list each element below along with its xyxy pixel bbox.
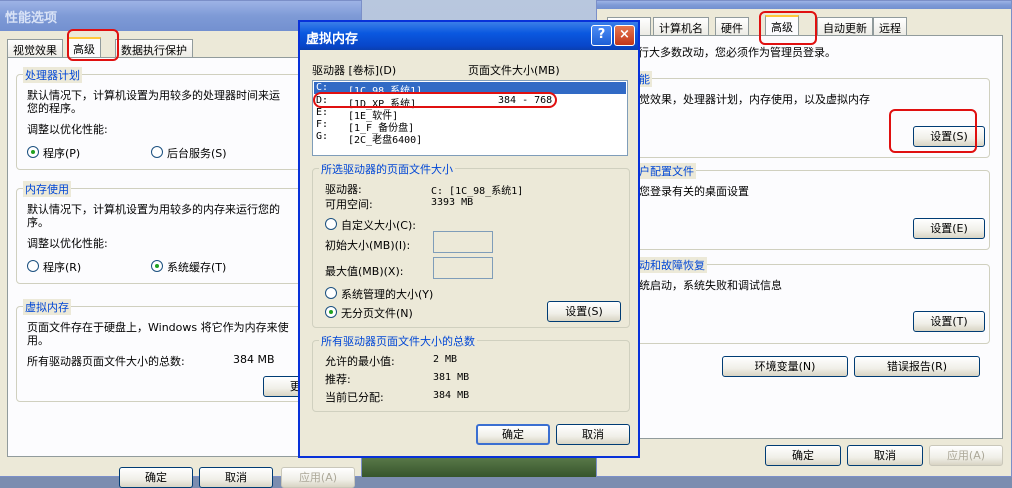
max-size-label: 最大值(MB)(X): <box>325 265 404 278</box>
column-header-size: 页面文件大小(MB) <box>468 64 560 77</box>
tab-panel-advanced: 行大多数改动，您必须作为管理员登录。 能 觉效果，处理器计划，内存使用，以及虚拟… <box>607 35 1003 439</box>
group-user-profiles: 户配置文件 您登录有关的桌面设置 设置(E) <box>622 163 990 250</box>
annotation-highlight-settings <box>889 109 977 153</box>
group-total-paging: 所有驱动器页面文件大小的总数 允许的最小值: 2 MB 推荐: 381 MB 当… <box>312 333 630 412</box>
description-text: 统启动，系统失败和调试信息 <box>639 279 782 292</box>
annotation-highlight-drive <box>313 92 557 108</box>
annotation-highlight-tab <box>67 29 119 61</box>
column-header-drive: 驱动器 [卷标](D) <box>312 64 397 77</box>
radio-memory-programs[interactable] <box>27 260 39 272</box>
set-button[interactable]: 设置(S) <box>547 301 621 322</box>
tab-hardware[interactable]: 硬件 <box>715 17 749 35</box>
tab-auto-update[interactable]: 自动更新 <box>817 17 873 35</box>
group-label: 所选驱动器的页面文件大小 <box>319 161 455 177</box>
recommended-value: 381 MB <box>433 372 470 383</box>
window-title: 性能选项 <box>5 11 58 26</box>
drive-letter: E: <box>316 107 329 118</box>
tab-dep[interactable]: 数据执行保护 <box>115 39 193 57</box>
description-line: 默认情况下，计算机设置为用较多的内存来运行您的 <box>27 203 280 216</box>
cancel-button[interactable]: 取消 <box>556 424 630 445</box>
admin-note: 行大多数改动，您必须作为管理员登录。 <box>638 46 836 59</box>
drive-label: [2C_老盘6400] <box>348 135 423 146</box>
group-label: 户配置文件 <box>637 163 696 179</box>
radio-programs[interactable] <box>27 146 39 158</box>
drive-list[interactable]: C: [1C_98_系统1] D: [1D_XP_系统] 384 - 768 E… <box>312 80 628 156</box>
drive-row[interactable]: F: [1_F_备份盘] <box>314 119 626 134</box>
recommended-label: 推荐: <box>325 373 351 386</box>
drive-letter: G: <box>316 131 329 142</box>
adjust-label: 调整以优化性能: <box>27 237 108 250</box>
total-value: 384 MB <box>233 353 275 366</box>
dialog-title: 虚拟内存 <box>306 32 359 47</box>
tab-remote[interactable]: 远程 <box>873 17 907 35</box>
help-icon[interactable]: ? <box>591 25 612 46</box>
radio-label: 无分页文件(N) <box>341 307 413 320</box>
group-label: 所有驱动器页面文件大小的总数 <box>319 333 477 349</box>
space-field-value: 3393 MB <box>431 197 474 208</box>
virtual-memory-titlebar: 虚拟内存 ? × <box>300 22 638 50</box>
max-size-input[interactable] <box>433 257 493 279</box>
error-reporting-button[interactable]: 错误报告(R) <box>854 356 980 377</box>
description-line: 页面文件存在于硬盘上，Windows 将它作为内存来使 <box>27 321 289 334</box>
total-label: 所有驱动器页面文件大小的总数: <box>27 355 185 368</box>
group-startup-recovery: 动和故障恢复 统启动，系统失败和调试信息 设置(T) <box>622 257 990 344</box>
group-label: 内存使用 <box>23 181 71 197</box>
system-properties-window: 计算机名 硬件 高级 自动更新 远程 行大多数改动，您必须作为管理员登录。 能 … <box>596 0 1012 477</box>
radio-label: 程序(R) <box>43 261 82 274</box>
ok-button[interactable]: 确定 <box>765 445 841 466</box>
drive-row[interactable]: G: [2C_老盘6400] <box>314 131 626 146</box>
apply-button[interactable]: 应用(A) <box>281 467 355 488</box>
tab-visual-effects[interactable]: 视觉效果 <box>7 39 63 57</box>
radio-label: 后台服务(S) <box>167 147 227 160</box>
current-value: 384 MB <box>433 390 470 401</box>
radio-label: 程序(P) <box>43 147 81 160</box>
profile-settings-button[interactable]: 设置(E) <box>913 218 985 239</box>
drive-field-value: C: [1C_98_系统1] <box>431 186 524 197</box>
ok-button[interactable]: 确定 <box>119 467 193 488</box>
group-label: 虚拟内存 <box>23 299 71 315</box>
drive-letter: F: <box>316 119 329 130</box>
drive-field-label: 驱动器: <box>325 183 362 196</box>
description-text: 您登录有关的桌面设置 <box>639 185 749 198</box>
description-line: 您的程序。 <box>27 102 82 115</box>
ok-button[interactable]: 确定 <box>476 424 550 445</box>
cancel-button[interactable]: 取消 <box>847 445 923 466</box>
adjust-label: 调整以优化性能: <box>27 123 108 136</box>
radio-background-services[interactable] <box>151 146 163 158</box>
initial-size-input[interactable] <box>433 231 493 253</box>
environment-variables-button[interactable]: 环境变量(N) <box>722 356 848 377</box>
min-value: 2 MB <box>433 354 458 365</box>
space-field-label: 可用空间: <box>325 198 373 211</box>
apply-button[interactable]: 应用(A) <box>929 445 1003 466</box>
tab-computer-name[interactable]: 计算机名 <box>653 17 709 35</box>
radio-label: 自定义大小(C): <box>341 219 416 232</box>
description-line: 序。 <box>27 216 49 229</box>
group-label: 动和故障恢复 <box>637 257 707 273</box>
initial-size-label: 初始大小(MB)(I): <box>325 239 411 252</box>
radio-label: 系统缓存(T) <box>167 261 227 274</box>
min-label: 允许的最小值: <box>325 355 395 368</box>
radio-system-managed[interactable] <box>325 287 337 299</box>
radio-label: 系统管理的大小(Y) <box>341 288 434 301</box>
description-line: 用。 <box>27 334 49 347</box>
group-label: 处理器计划 <box>23 67 82 83</box>
group-selected-drive: 所选驱动器的页面文件大小 驱动器: C: [1C_98_系统1] 可用空间: 3… <box>312 161 630 328</box>
description-text: 觉效果，处理器计划，内存使用，以及虚拟内存 <box>639 93 870 106</box>
virtual-memory-dialog: 虚拟内存 ? × 驱动器 [卷标](D) 页面文件大小(MB) C: [1C_9… <box>298 20 640 458</box>
radio-system-cache[interactable] <box>151 260 163 272</box>
cancel-button[interactable]: 取消 <box>199 467 273 488</box>
close-icon[interactable]: × <box>614 25 635 46</box>
radio-custom-size[interactable] <box>325 218 337 230</box>
radio-no-paging-file[interactable] <box>325 306 337 318</box>
current-label: 当前已分配: <box>325 391 384 404</box>
drive-row[interactable]: E: [1E_软件] <box>314 107 626 122</box>
annotation-highlight-tab <box>759 11 817 45</box>
system-properties-titlebar <box>597 1 1011 9</box>
startup-settings-button[interactable]: 设置(T) <box>913 311 985 332</box>
